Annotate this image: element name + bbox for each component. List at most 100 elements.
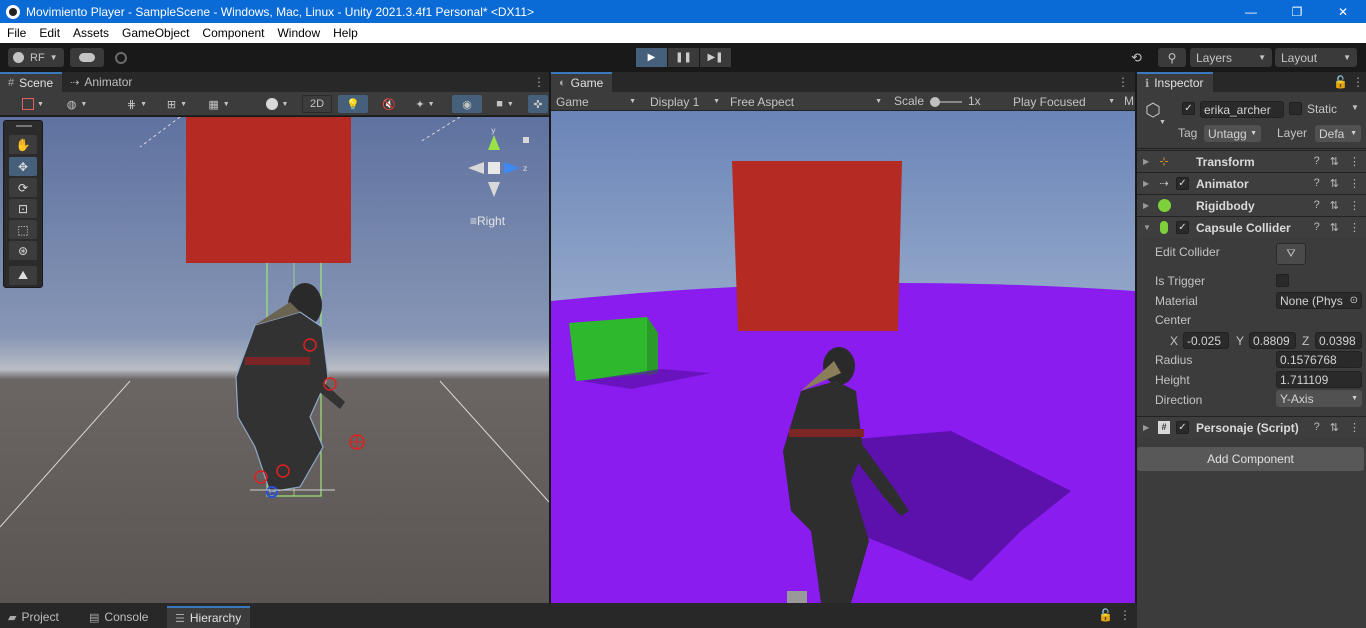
- menu-help[interactable]: Help: [326, 26, 364, 40]
- search-button[interactable]: ⚲: [1158, 48, 1186, 67]
- tab-inspector[interactable]: ℹ Inspector: [1137, 72, 1213, 92]
- display-dropdown[interactable]: Display 1 ▼: [647, 93, 723, 110]
- shading-dropdown[interactable]: ▼: [258, 95, 296, 113]
- game-mode-dropdown[interactable]: Game ▼: [553, 93, 639, 110]
- draw-mode-dropdown[interactable]: ▼: [18, 95, 48, 113]
- center-z-label[interactable]: Z: [1302, 334, 1309, 348]
- play-button[interactable]: ▶: [636, 48, 667, 67]
- undo-history-button[interactable]: ⟲: [1123, 48, 1150, 67]
- kebab-menu-icon[interactable]: ⋮: [533, 75, 545, 89]
- lock-icon[interactable]: 🔓: [1333, 75, 1348, 89]
- pause-button[interactable]: ❚❚: [668, 48, 699, 67]
- kebab-menu-icon[interactable]: ⋮: [1117, 75, 1129, 89]
- layers-dropdown[interactable]: Layers ▼: [1190, 48, 1272, 67]
- camera-dropdown[interactable]: ■ ▼: [486, 95, 524, 113]
- minimize-button[interactable]: —: [1228, 0, 1274, 23]
- chevron-down-icon[interactable]: ▼: [1143, 223, 1151, 232]
- kebab-menu-icon[interactable]: ⋮: [1349, 421, 1360, 434]
- tab-game[interactable]: ◐ Game: [551, 72, 613, 92]
- tab-project[interactable]: ▰ Project: [0, 606, 68, 628]
- custom-tool-button[interactable]: ⛰: [9, 266, 37, 285]
- kebab-menu-icon[interactable]: ⋮: [1119, 608, 1131, 622]
- kebab-menu-icon[interactable]: ⋮: [1349, 155, 1360, 168]
- chevron-right-icon[interactable]: ▶: [1143, 201, 1149, 210]
- tab-console[interactable]: ▤ Console: [81, 606, 157, 628]
- chevron-down-icon[interactable]: ▼: [1159, 119, 1166, 126]
- scale-slider[interactable]: [930, 97, 962, 107]
- rotate-tool-button[interactable]: ⟳: [9, 178, 37, 197]
- component-animator[interactable]: ▶ ⇢ ✓ Animator ? ⇅ ⋮: [1137, 172, 1366, 194]
- rect-tool-button[interactable]: ⬚: [9, 220, 37, 239]
- static-checkbox[interactable]: [1289, 102, 1302, 115]
- panel-grip[interactable]: [16, 125, 32, 127]
- play-focused-dropdown[interactable]: Play Focused ▼: [1010, 93, 1118, 110]
- tab-animator[interactable]: ⇢ Animator: [62, 72, 141, 92]
- component-rigidbody[interactable]: ▶ Rigidbody ? ⇅ ⋮: [1137, 194, 1366, 216]
- layout-dropdown[interactable]: Layout ▼: [1275, 48, 1357, 67]
- game-viewport[interactable]: [551, 111, 1135, 603]
- object-picker-icon[interactable]: ⊙: [1350, 295, 1358, 306]
- step-button[interactable]: ▶❚: [700, 48, 731, 67]
- move-tool-button[interactable]: ✥: [9, 157, 37, 176]
- menu-component[interactable]: Component: [195, 26, 270, 40]
- chevron-right-icon[interactable]: ▶: [1143, 179, 1149, 188]
- edit-collider-button[interactable]: ⛛: [1276, 243, 1306, 265]
- direction-dropdown[interactable]: Y-Axis ▼: [1276, 390, 1362, 407]
- menu-assets[interactable]: Assets: [66, 26, 115, 40]
- help-icon[interactable]: ?: [1314, 421, 1320, 434]
- aspect-dropdown[interactable]: Free Aspect ▼: [727, 93, 885, 110]
- preset-icon[interactable]: ⇅: [1330, 155, 1339, 168]
- scene-viewport[interactable]: y z ≡Right ✋ ✥ ⟳ ⊡ ⬚ ⊛ ⛰: [0, 117, 549, 603]
- active-checkbox[interactable]: ✓: [1182, 102, 1195, 115]
- material-field[interactable]: None (Phys ⊙: [1276, 292, 1362, 309]
- gizmos-toggle-button[interactable]: ✜: [528, 95, 548, 113]
- menu-edit[interactable]: Edit: [32, 26, 66, 40]
- menu-gameobject[interactable]: GameObject: [115, 26, 195, 40]
- audio-toggle-button[interactable]: 🔇: [376, 95, 402, 113]
- collab-button[interactable]: [108, 48, 134, 67]
- transform-tool-button[interactable]: ⊛: [9, 241, 37, 260]
- script-enabled-checkbox[interactable]: ✓: [1176, 421, 1189, 434]
- preset-icon[interactable]: ⇅: [1330, 199, 1339, 212]
- component-capsule-collider[interactable]: ▼ ✓ Capsule Collider ? ⇅ ⋮: [1137, 216, 1366, 238]
- chevron-right-icon[interactable]: ▶: [1143, 157, 1149, 166]
- tag-dropdown[interactable]: Untagg ▼: [1204, 125, 1261, 142]
- preset-icon[interactable]: ⇅: [1330, 421, 1339, 434]
- kebab-menu-icon[interactable]: ⋮: [1352, 75, 1364, 89]
- more-options[interactable]: M: [1124, 94, 1134, 108]
- tab-scene[interactable]: # Scene: [0, 72, 63, 92]
- kebab-menu-icon[interactable]: ⋮: [1349, 199, 1360, 212]
- close-button[interactable]: ✕: [1320, 0, 1366, 23]
- hand-tool-button[interactable]: ✋: [9, 135, 37, 154]
- help-icon[interactable]: ?: [1314, 199, 1320, 212]
- cloud-button[interactable]: [70, 48, 104, 67]
- account-dropdown[interactable]: RF ▼: [8, 48, 64, 67]
- visibility-toggle-button[interactable]: ◉: [452, 95, 482, 113]
- increment-snap-dropdown[interactable]: ⊞ ▼: [160, 95, 194, 113]
- center-y-field[interactable]: 0.8809: [1249, 332, 1296, 349]
- chevron-right-icon[interactable]: ▶: [1143, 423, 1149, 432]
- grid-dropdown[interactable]: ▦ ▼: [200, 95, 238, 113]
- is-trigger-checkbox[interactable]: [1276, 274, 1289, 287]
- view-orientation-label[interactable]: ≡Right: [470, 214, 505, 228]
- maximize-button[interactable]: ❐: [1274, 0, 1320, 23]
- kebab-menu-icon[interactable]: ⋮: [1349, 177, 1360, 190]
- global-dropdown[interactable]: ◍ ▼: [60, 95, 94, 113]
- radius-field[interactable]: 0.1576768: [1276, 351, 1362, 368]
- 2d-toggle-button[interactable]: 2D: [302, 95, 332, 113]
- kebab-menu-icon[interactable]: ⋮: [1349, 221, 1360, 234]
- scale-slider-thumb[interactable]: [930, 97, 940, 107]
- center-y-label[interactable]: Y: [1236, 334, 1244, 348]
- animator-enabled-checkbox[interactable]: ✓: [1176, 177, 1189, 190]
- help-icon[interactable]: ?: [1314, 221, 1320, 234]
- add-component-button[interactable]: Add Component: [1137, 447, 1364, 471]
- height-field[interactable]: 1.711109: [1276, 371, 1362, 388]
- menu-file[interactable]: File: [0, 26, 32, 40]
- layer-dropdown[interactable]: Defa ▼: [1315, 125, 1361, 142]
- preset-icon[interactable]: ⇅: [1330, 221, 1339, 234]
- tab-hierarchy[interactable]: ☰ Hierarchy: [167, 606, 251, 628]
- help-icon[interactable]: ?: [1314, 155, 1320, 168]
- menu-window[interactable]: Window: [270, 26, 326, 40]
- lock-icon[interactable]: 🔓: [1098, 608, 1113, 622]
- center-x-field[interactable]: -0.025: [1183, 332, 1229, 349]
